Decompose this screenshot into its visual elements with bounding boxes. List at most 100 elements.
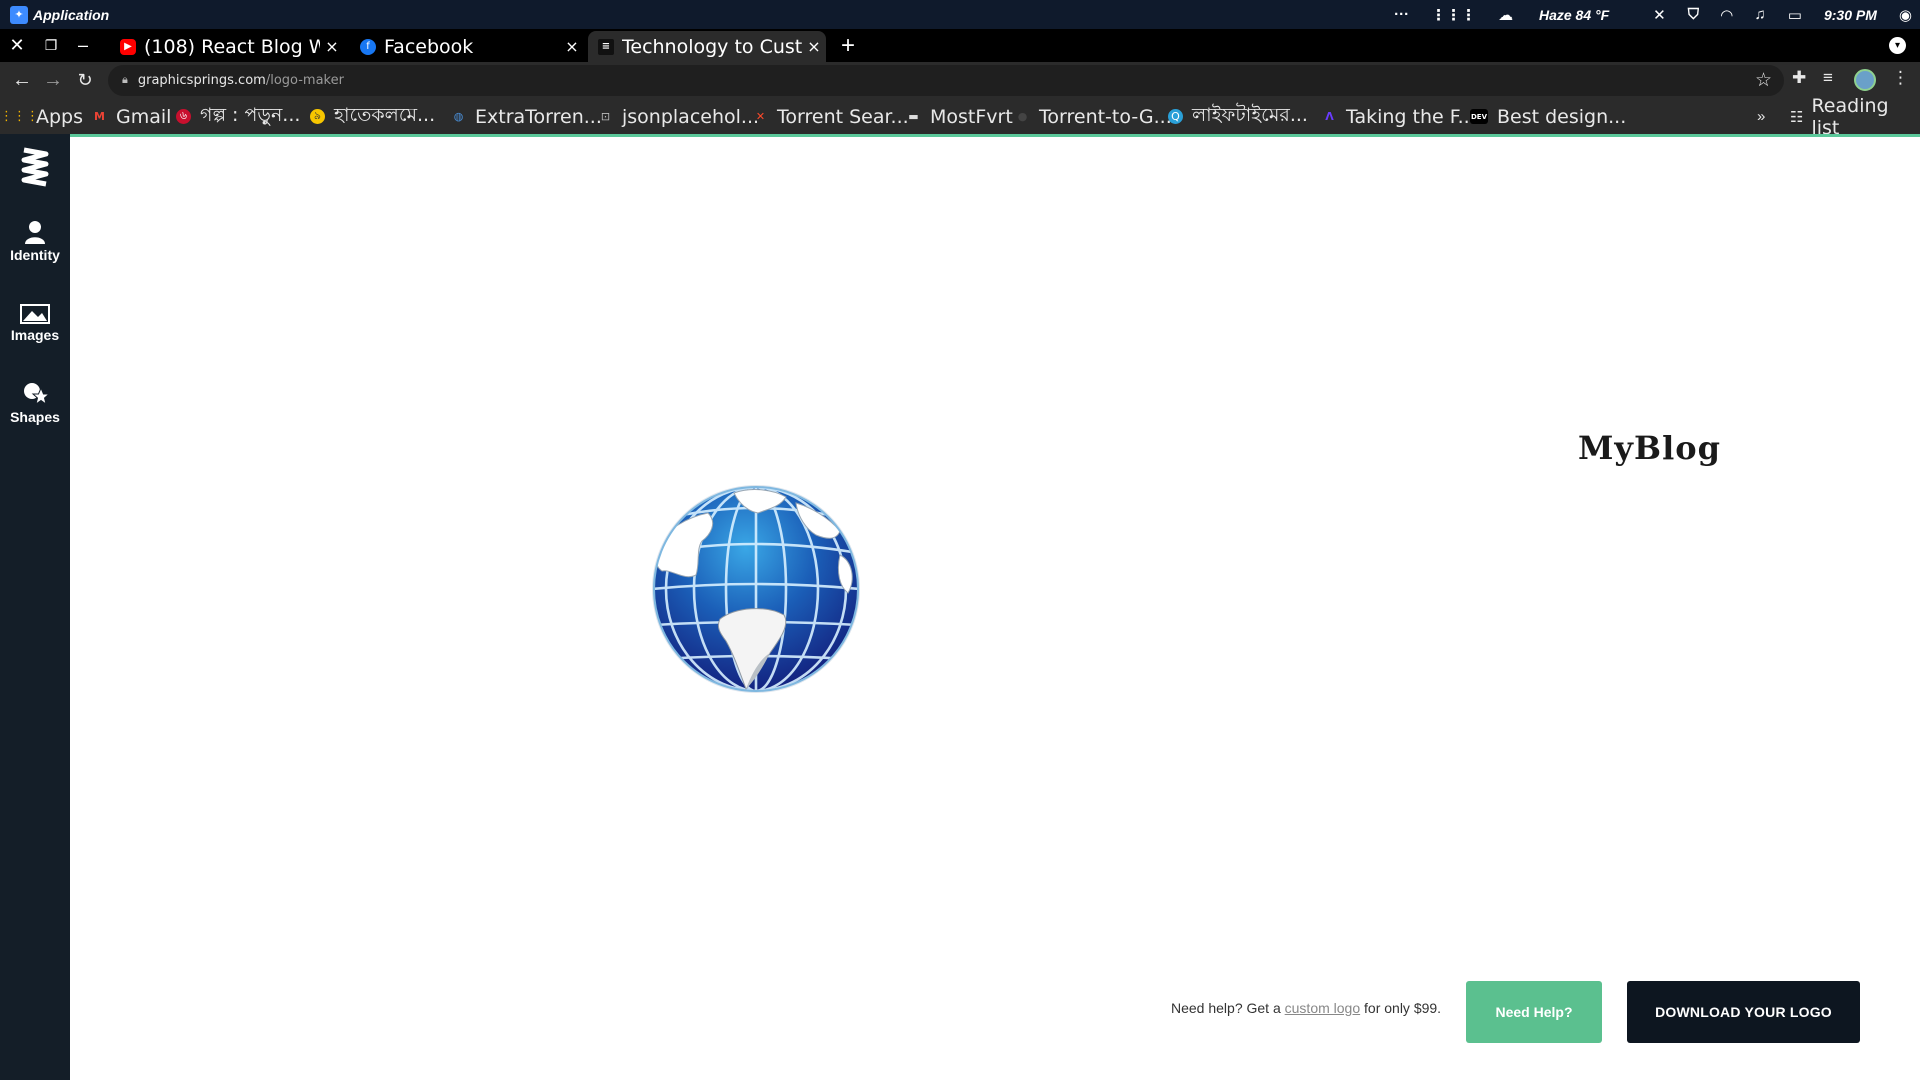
- bookmark-golpo[interactable]: ৬ গল্প : পড়ুন...: [176, 99, 300, 134]
- music-icon[interactable]: ♫: [1755, 6, 1766, 23]
- bookmark-label: jsonplacehol...: [622, 105, 760, 128]
- address-bar[interactable]: 🔒︎ graphicsprings.com/logo-maker ☆: [108, 65, 1784, 96]
- bookmark-mostfvrt[interactable]: ▬ MostFvrt: [906, 99, 1013, 134]
- system-tray: ··· ⋮⋮⋮ ☁ Haze 84 °F ✕ ⛉ ◠ ♫ ▭ 9:30 PM ◉: [1394, 0, 1920, 29]
- bookmarks-bar: ⋮⋮⋮ Apps M Gmail ৬ গল্প : পড়ুন... ৯ হাতেকলম…: [0, 95, 1920, 139]
- url-host: graphicsprings.com: [137, 73, 266, 88]
- window-minimize-icon[interactable]: –: [68, 29, 98, 62]
- bookmark-star-icon[interactable]: ☆: [1755, 69, 1772, 92]
- bookmark-label: Torrent-to-G...: [1039, 105, 1172, 128]
- tab-close-icon[interactable]: ×: [320, 37, 344, 56]
- sidebar-item-label: Images: [10, 327, 60, 343]
- help-suffix: for only $99.: [1360, 1000, 1442, 1016]
- bookmark-label: গল্প : পড়ুন...: [200, 103, 301, 126]
- tab-graphicsprings[interactable]: ≡ Technology to Customize ×: [588, 31, 826, 62]
- tab-close-icon[interactable]: ×: [560, 37, 584, 56]
- tab-react-blog[interactable]: ▶ (108) React Blog Website ×: [110, 31, 344, 62]
- browser-menu-icon[interactable]: ⋮: [1892, 68, 1909, 88]
- tab-close-icon[interactable]: ×: [802, 37, 826, 56]
- red-circle-icon: ৬: [176, 109, 191, 124]
- reading-list-label: Reading list: [1811, 94, 1889, 139]
- media-queue-icon[interactable]: ≡: [1823, 68, 1833, 88]
- sidebar-item-label: Identity: [10, 247, 60, 263]
- download-logo-button[interactable]: DOWNLOAD YOUR LOGO: [1627, 981, 1860, 1043]
- bookmark-label: Best design...: [1497, 105, 1627, 128]
- reading-list-button[interactable]: ☷ Reading list: [1790, 95, 1920, 139]
- bookmark-label: হাতেকলমে...: [334, 103, 436, 126]
- new-tab-button[interactable]: +: [836, 29, 860, 62]
- bookmark-label: Torrent Sear...: [777, 105, 909, 128]
- youtube-icon: ▶: [120, 38, 136, 55]
- bookmark-gmail[interactable]: M Gmail: [92, 99, 171, 134]
- cloud-icon: ☁: [1498, 6, 1514, 24]
- reload-icon[interactable]: ↻: [70, 65, 100, 95]
- bluetooth-icon[interactable]: ✕: [1653, 6, 1666, 24]
- tab-title: Technology to Customize: [622, 35, 802, 58]
- dots-icon[interactable]: ···: [1394, 6, 1409, 23]
- graphicsprings-logo-icon[interactable]: [20, 146, 50, 188]
- github-icon: ●: [1017, 110, 1028, 123]
- bookmark-label: MostFvrt: [930, 105, 1013, 128]
- sidebar-item-shapes[interactable]: Shapes: [0, 382, 70, 425]
- shield-icon[interactable]: ⛉: [1688, 6, 1699, 23]
- folder-icon: ▬: [908, 110, 919, 123]
- weather-text: Haze 84 °F: [1538, 6, 1610, 23]
- lock-icon[interactable]: 🔒︎: [122, 74, 128, 87]
- weather-indicator[interactable]: ☁ Haze 84 °F: [1498, 6, 1631, 24]
- back-icon[interactable]: ←: [7, 65, 37, 95]
- bookmark-torrent-to-g[interactable]: ● Torrent-to-G...: [1015, 99, 1172, 134]
- wifi-icon[interactable]: ◠: [1721, 6, 1733, 24]
- yellow-circle-icon: ৯: [310, 109, 325, 124]
- clock[interactable]: 9:30 PM: [1824, 7, 1877, 23]
- window-close-icon[interactable]: ✕: [2, 29, 32, 62]
- bookmark-lifetime[interactable]: Q লাইফটাইমের...: [1168, 99, 1308, 134]
- app-name: Application: [33, 6, 110, 23]
- battery-icon[interactable]: ▭: [1788, 6, 1802, 24]
- sidebar-item-images[interactable]: Images: [0, 304, 70, 343]
- globe-icon[interactable]: [650, 483, 862, 695]
- bookmark-label: লাইফটাইমের...: [1192, 103, 1308, 126]
- logo-text[interactable]: MyBlog: [1578, 429, 1721, 467]
- person-icon: [25, 221, 45, 244]
- bookmark-label: ExtraTorren...: [475, 105, 602, 128]
- bookmark-jsonplaceholder[interactable]: ⊡ jsonplacehol...: [598, 99, 759, 134]
- apps-grid-icon: ⋮⋮⋮: [0, 109, 39, 124]
- custom-logo-link[interactable]: custom logo: [1285, 1000, 1360, 1016]
- bookmark-apps[interactable]: ⋮⋮⋮ Apps: [0, 99, 84, 134]
- grid-icon[interactable]: ⋮⋮⋮: [1431, 6, 1476, 24]
- facebook-icon: f: [360, 38, 376, 55]
- bookmark-best-design[interactable]: DEV Best design...: [1470, 99, 1626, 134]
- window-restore-icon[interactable]: ❐: [36, 29, 66, 62]
- bookmark-hatekolome[interactable]: ৯ হাতেকলমে...: [310, 99, 435, 134]
- bookmark-label: Gmail: [116, 105, 172, 128]
- url-text: graphicsprings.com/logo-maker: [138, 73, 344, 88]
- tab-facebook[interactable]: f Facebook ×: [350, 31, 584, 62]
- sidebar-item-identity[interactable]: Identity: [0, 220, 70, 263]
- bookmark-label: Apps: [36, 105, 84, 128]
- globe-icon: ◍: [453, 110, 464, 123]
- bookmark-extratorrent[interactable]: ◍ ExtraTorren...: [451, 99, 602, 134]
- need-help-button[interactable]: Need Help?: [1466, 981, 1602, 1043]
- forward-icon[interactable]: →: [38, 65, 68, 95]
- gmail-icon: M: [94, 110, 105, 123]
- url-path: /logo-maker: [265, 73, 344, 88]
- tab-title: Facebook: [384, 35, 474, 58]
- bookmark-taking-the-f[interactable]: Λ Taking the F...: [1322, 99, 1476, 134]
- help-text: Need help? Get a custom logo for only $9…: [1171, 1000, 1441, 1016]
- profile-avatar[interactable]: [1854, 69, 1876, 91]
- json-icon: ⊡: [600, 110, 611, 123]
- tab-title: (108) React Blog Website: [144, 35, 320, 58]
- bookmark-torrent-search[interactable]: ✕ Torrent Sear...: [753, 99, 909, 134]
- bookmarks-more-button[interactable]: »: [1757, 99, 1765, 134]
- tab-strip: ✕ ❐ – ▶ (108) React Blog Website × f Fac…: [0, 29, 1920, 62]
- extensions-icon[interactable]: ✚: [1792, 68, 1806, 88]
- app-menu[interactable]: ✦ Application: [10, 5, 110, 24]
- page-content: Identity Images Shapes MyBlog Need help?…: [0, 134, 1920, 1080]
- shapes-icon: [24, 383, 49, 406]
- app-launcher-icon: ✦: [10, 5, 28, 24]
- user-icon[interactable]: ◉: [1899, 6, 1912, 24]
- tab-search-icon[interactable]: ▾: [1889, 37, 1906, 54]
- logo-canvas[interactable]: MyBlog Need help? Get a custom logo for …: [70, 137, 1920, 1080]
- x-icon: ✕: [755, 110, 766, 123]
- q-icon: Q: [1168, 109, 1183, 124]
